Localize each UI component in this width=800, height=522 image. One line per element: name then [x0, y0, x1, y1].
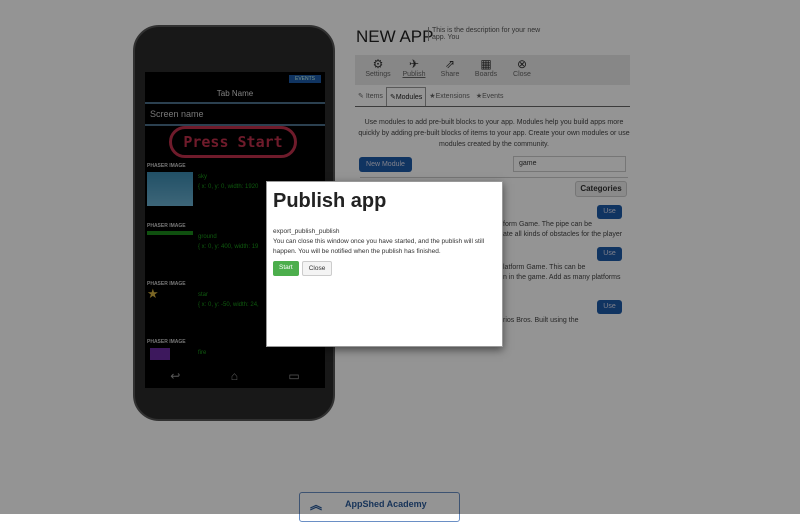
close-button[interactable]: Close: [301, 261, 333, 276]
publish-modal: Publish app export_publish_publish You c…: [266, 181, 503, 347]
start-button[interactable]: Start: [273, 261, 299, 276]
modal-key: export_publish_publish: [273, 228, 340, 235]
modal-message: You can close this window once you have …: [273, 238, 485, 255]
modal-title: Publish app: [273, 190, 387, 212]
